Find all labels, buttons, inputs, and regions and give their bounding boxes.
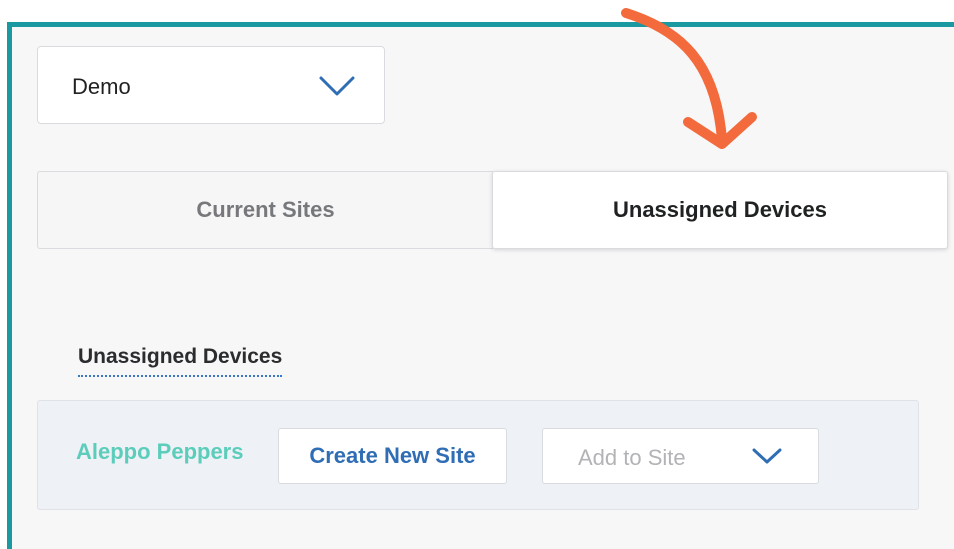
annotation-arrow-icon [621,8,757,149]
view-tabs: Current Sites Unassigned Devices [37,171,948,249]
add-to-site-dropdown[interactable]: Add to Site [542,428,819,484]
site-selector-value: Demo [72,74,131,99]
chevron-down-icon [752,448,782,464]
section-heading: Unassigned Devices [78,345,283,377]
add-to-site-placeholder: Add to Site [578,445,686,470]
tab-unassigned-devices[interactable]: Unassigned Devices [492,171,948,249]
tab-current-sites[interactable]: Current Sites [37,171,493,249]
site-selector-dropdown[interactable]: Demo [37,46,385,124]
tab-current-sites-label: Current Sites [196,197,335,222]
chevron-down-icon [319,76,355,96]
device-row: Aleppo Peppers Create New Site Add to Si… [37,400,919,510]
create-new-site-label: Create New Site [309,443,476,468]
tab-unassigned-devices-label: Unassigned Devices [613,197,827,222]
device-name-link[interactable]: Aleppo Peppers [76,439,243,465]
create-new-site-button[interactable]: Create New Site [278,428,507,484]
